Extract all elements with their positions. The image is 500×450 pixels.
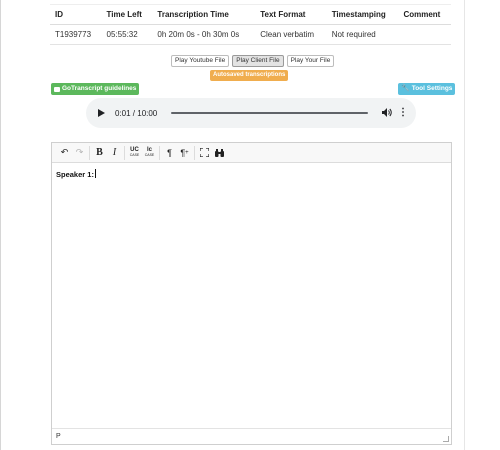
- uppercase-icon[interactable]: UC CASE: [128, 146, 141, 160]
- cell-text-format: Clean verbatim: [255, 24, 327, 45]
- table-row: T1939773 05:55:32 0h 20m 0s - 0h 30m 0s …: [50, 24, 451, 45]
- redo-icon[interactable]: ↷: [73, 146, 86, 160]
- cell-transcription-time: 0h 20m 0s - 0h 30m 0s: [152, 24, 256, 45]
- audio-seek-bar[interactable]: [171, 112, 368, 114]
- format-group: B I: [90, 145, 125, 160]
- play-source-buttons: Play Youtube File Play Client File Play …: [171, 55, 335, 67]
- speaker-label: Speaker 1:: [56, 170, 94, 179]
- page-right-border: [464, 0, 465, 450]
- autosaved-transcriptions-button[interactable]: Autosaved transcriptions: [210, 70, 289, 81]
- play-youtube-file-button[interactable]: Play Youtube File: [171, 55, 230, 67]
- job-info-table: ID Time Left Transcription Time Text For…: [50, 4, 451, 45]
- tool-settings-button[interactable]: 🔧 Tool Settings: [398, 83, 456, 95]
- col-header-text-format: Text Format: [255, 4, 327, 25]
- more-options-icon[interactable]: ⋮: [398, 108, 408, 118]
- play-client-file-button[interactable]: Play Client File: [232, 55, 284, 67]
- text-cursor: [94, 169, 96, 178]
- transcript-editor: ↶ ↷ B I UC CASE lc CASE ¶ ¶ + Speaker 1:…: [51, 142, 452, 445]
- lowercase-icon[interactable]: lc CASE: [143, 146, 156, 160]
- col-header-id: ID: [50, 4, 102, 25]
- audio-player: 0:01 / 10:00 ⋮: [86, 98, 416, 128]
- undo-icon[interactable]: ↶: [58, 146, 71, 160]
- play-icon[interactable]: [98, 109, 105, 117]
- bold-icon[interactable]: B: [93, 146, 106, 160]
- page-left-border: [0, 0, 1, 450]
- col-header-time-left: Time Left: [101, 4, 153, 25]
- cell-time-left: 05:55:32: [101, 24, 153, 45]
- view-group: [195, 146, 229, 160]
- cell-timestamping: Not required: [326, 24, 399, 45]
- cell-id: T1939773: [50, 24, 102, 45]
- paragraph-group: ¶ ¶ +: [160, 145, 195, 160]
- paragraph-icon[interactable]: ¶: [163, 146, 176, 160]
- col-header-timestamping: Timestamping: [326, 4, 399, 25]
- resize-handle-icon[interactable]: [443, 436, 449, 442]
- col-header-transcription-time: Transcription Time: [152, 4, 256, 25]
- cell-comment: [398, 24, 451, 45]
- wrench-icon: 🔧: [401, 85, 410, 92]
- element-path: P: [56, 433, 61, 440]
- audio-time-readout: 0:01 / 10:00: [115, 108, 158, 118]
- guidelines-label: GoTranscript guidelines: [62, 85, 137, 92]
- fullscreen-icon[interactable]: [198, 146, 211, 160]
- editor-statusbar: P: [52, 428, 451, 444]
- play-your-file-button[interactable]: Play Your File: [286, 55, 335, 67]
- paragraph-add-icon[interactable]: ¶ +: [178, 146, 191, 160]
- history-group: ↶ ↷: [55, 145, 90, 160]
- gotranscript-guidelines-button[interactable]: GoTranscript guidelines: [51, 83, 140, 95]
- volume-icon[interactable]: [382, 107, 392, 119]
- binoculars-icon[interactable]: [213, 146, 226, 160]
- col-header-comment: Comment: [398, 4, 451, 25]
- italic-icon[interactable]: I: [108, 146, 121, 160]
- editor-content-area[interactable]: Speaker 1:: [52, 163, 451, 427]
- editor-toolbar: ↶ ↷ B I UC CASE lc CASE ¶ ¶ +: [52, 143, 451, 163]
- book-icon: [54, 86, 60, 92]
- tool-settings-label: Tool Settings: [411, 85, 453, 92]
- case-group: UC CASE lc CASE: [125, 145, 160, 160]
- table-header-row: ID Time Left Transcription Time Text For…: [50, 4, 451, 25]
